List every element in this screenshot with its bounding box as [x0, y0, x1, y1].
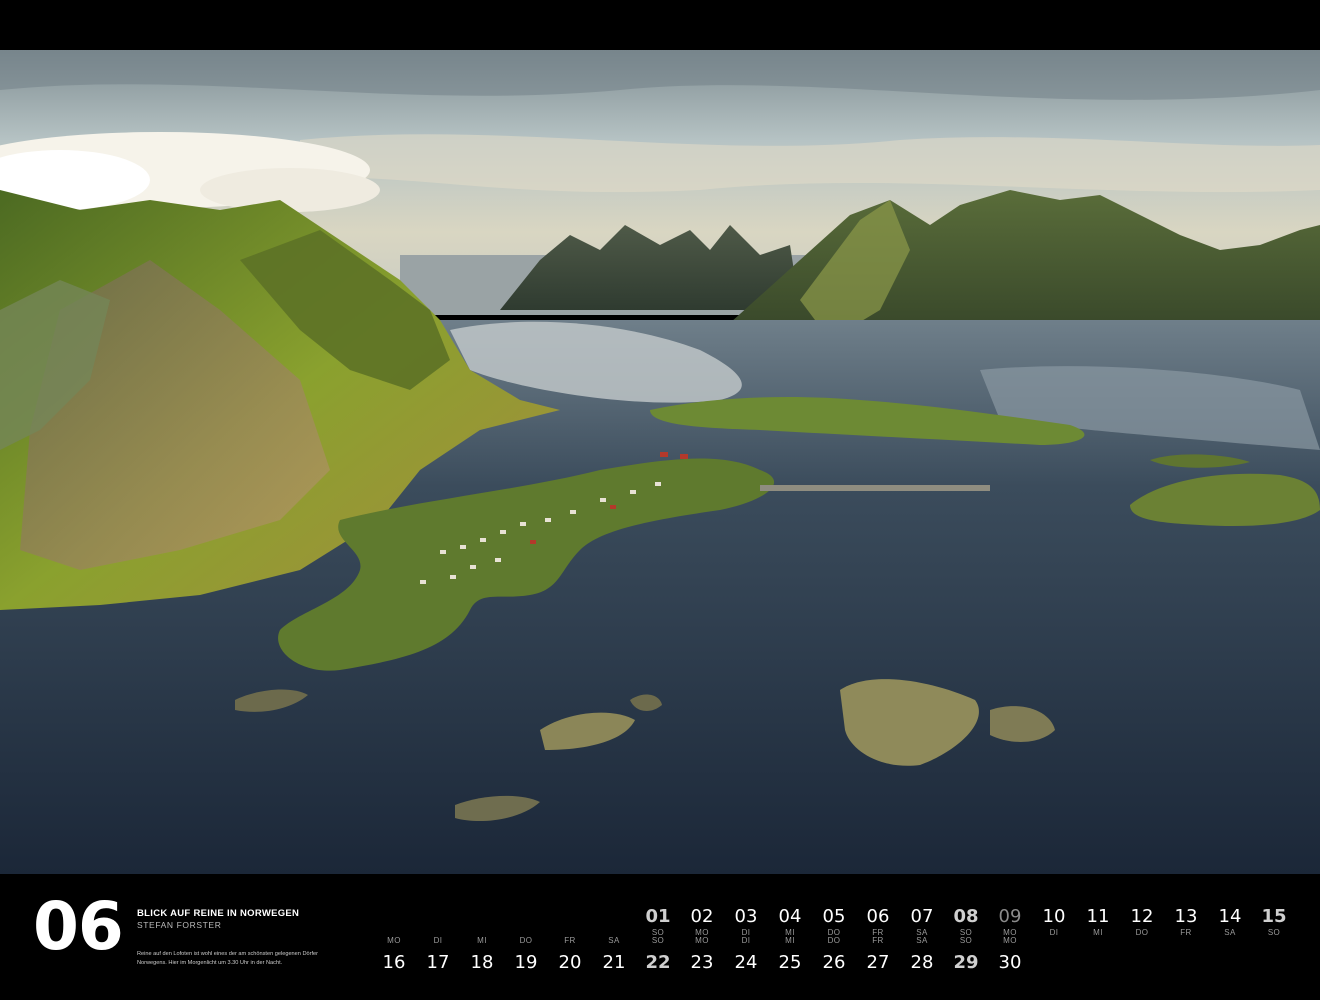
calendar-day: 08 SO: [953, 906, 979, 937]
calendar-day: 03 DI: [734, 906, 758, 937]
calendar-strip: 06 BLICK AUF REINE IN NORWEGEN STEFAN FO…: [0, 874, 1320, 1000]
calendar-day: 14 SA: [1218, 906, 1242, 937]
calendar-day: DO 26: [822, 936, 846, 973]
calendar-day: SA 28: [910, 936, 934, 973]
calendar-day: 15 SO: [1261, 906, 1287, 937]
photo-author: STEFAN FORSTER: [137, 920, 222, 930]
calendar-day: 12 DO: [1130, 906, 1154, 937]
landscape-photo: [0, 50, 1320, 874]
calendar-day: DO 19: [514, 936, 538, 973]
calendar-day: 05 DO: [822, 906, 846, 937]
calendar-day: 13 FR: [1174, 906, 1198, 937]
calendar-day: SO 29: [953, 936, 979, 973]
calendar-day: 01 SO: [645, 906, 671, 937]
calendar-day: 04 MI: [778, 906, 802, 937]
calendar-day: DI 17: [426, 936, 450, 973]
top-border: [0, 0, 1320, 50]
calendar-day: DI 24: [734, 936, 758, 973]
calendar-day: FR 27: [866, 936, 890, 973]
calendar-day: 10 DI: [1042, 906, 1066, 937]
photo-description: Reine auf den Lofoten ist wohl eines der…: [137, 951, 318, 966]
calendar-day: MI 25: [778, 936, 802, 973]
calendar-day: 07 SA: [910, 906, 934, 937]
calendar-day: 06 FR: [866, 906, 890, 937]
calendar-day: 09 MO: [998, 906, 1022, 937]
month-number: 06: [33, 888, 124, 965]
calendar-day: FR 20: [558, 936, 582, 973]
calendar-day: SO 22: [645, 936, 671, 973]
photo-title: BLICK AUF REINE IN NORWEGEN: [137, 908, 300, 919]
calendar-day: MO 23: [690, 936, 714, 973]
calendar-day: SA 21: [602, 936, 626, 973]
calendar-day: 11 MI: [1086, 906, 1110, 937]
calendar-day: MO 16: [382, 936, 406, 973]
calendar-day: MO 30: [998, 936, 1022, 973]
calendar-day: 02 MO: [690, 906, 714, 937]
calendar-day: MI 18: [470, 936, 494, 973]
